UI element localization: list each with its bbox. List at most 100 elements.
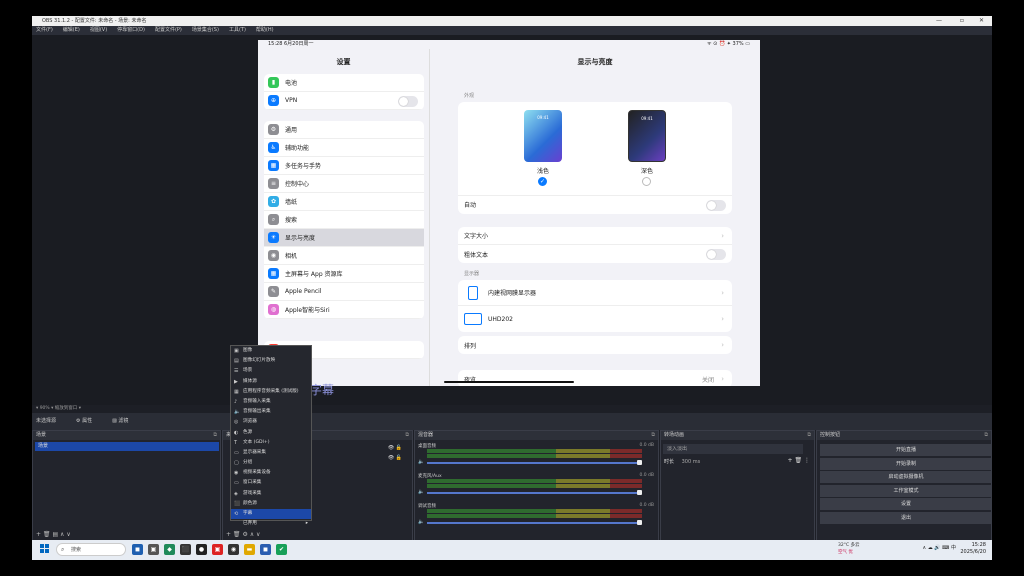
preview-toolstrip[interactable]: ▾ 90% ▾ 缩放到窗口 ▾ [32,405,992,413]
eye-icon[interactable]: 👁 🔓 [388,445,402,451]
transition-select[interactable]: 淡入淡出 [663,444,803,454]
fader-handle[interactable] [637,520,642,525]
night-shift-row[interactable]: 夜览 关闭 › [458,370,732,386]
sidebar-item[interactable]: ≡ 控制中心 [264,175,424,193]
scene-item[interactable]: 场景 [35,442,219,451]
menu-item[interactable]: ▢ 分组 [231,458,311,468]
menu-item[interactable]: ◎ 浏览器 [231,417,311,427]
clock-time: 15:28 [971,542,986,548]
menu-item[interactable]: ▤ 图像幻灯片放映 [231,356,311,366]
taskbar-app-icon[interactable]: ⬛ [180,544,191,555]
menu-item[interactable]: ⟲ 字幕 [231,509,311,520]
sources-dock-footer[interactable]: + 🗑 ⚙ ∧ ∨ [223,530,412,540]
fader-handle[interactable] [637,460,642,465]
sidebar-item[interactable]: ⚙ 通用 [264,121,424,139]
auto-toggle[interactable] [706,200,726,211]
level-meter [427,479,642,483]
light-mode-radio[interactable]: ✓ [538,177,547,186]
vpn-toggle[interactable] [398,96,418,107]
display-builtin-row[interactable]: 内建视网膜显示器 › [458,280,732,306]
menu-item[interactable]: ▦ 应用程序音频采集 (测试版) [231,387,311,397]
arrange-row[interactable]: 排列 › [458,336,732,354]
menu-item[interactable]: ▭ 显示器采集 [231,448,311,458]
control-button[interactable]: 开始录制 [820,457,992,470]
sidebar-item[interactable]: ⌕ 搜索 [264,211,424,229]
taskbar-app-icon[interactable]: ▬ [244,544,255,555]
speaker-icon[interactable]: 🔈 [418,519,424,525]
menu-item[interactable]: ⬛ 颜色源 [231,499,311,509]
display-uhd-row[interactable]: UHD202 › [458,306,732,332]
menu-item[interactable]: 🔈 音频输出采集 [231,407,311,417]
menu-item[interactable]: ▣ 图像 [231,346,311,356]
dark-mode-preview[interactable]: 09:41 [628,110,666,162]
control-button[interactable]: 工作室模式 [820,484,992,497]
control-button[interactable]: 设置 [820,498,992,510]
sidebar-item[interactable]: ✿ 墙纸 [264,193,424,211]
eye-icon[interactable]: 👁 🔓 [388,455,402,461]
sidebar-item[interactable]: ▦ 主屏幕与 App 资源库 [264,265,424,283]
taskbar-app-icon[interactable]: ▣ [212,544,223,555]
menu-item[interactable]: ◈ 游戏采集 [231,489,311,499]
menu-item[interactable]: 编辑(E) [63,27,80,33]
menu-item[interactable]: 文件(F) [36,27,53,33]
source-toolbar-item[interactable]: ⚙ 属性 [76,418,92,424]
duration-input[interactable]: 300 ms [682,459,701,465]
text-card: 文字大小 › 粗体文本 [458,227,732,263]
close-icon[interactable]: ✕ [979,16,984,26]
menu-item[interactable]: ◐ 色源 [231,428,311,438]
control-button[interactable]: 启动虚拟摄像机 [820,471,992,483]
menu-item[interactable]: 已弃用 ▸ [231,519,311,529]
preview-canvas[interactable]: 15:28 6月20日周一 ᯤ ⊙ ⏰ ✦ 37% ▭ 设置 ▮ 电池 ⊕ VPN ⚙ 通… [32,35,992,418]
minimize-icon[interactable]: — [936,16,942,26]
menu-item[interactable]: ♪ 音频输入采集 [231,397,311,407]
title-bar: OBS 31.1.2 - 配置文件: 未命名 - 场景: 未命名 — ▫ ✕ [32,16,992,26]
sidebar-item[interactable]: ▮ 电池 [264,74,424,92]
taskbar-app-icon[interactable]: ◉ [228,544,239,555]
sidebar-item[interactable]: ▦ 多任务与手势 [264,157,424,175]
sidebar-item[interactable]: ◉ 相机 [264,247,424,265]
control-button[interactable]: 开始直播 [820,444,992,456]
menu-item[interactable]: ▭ 窗口采集 [231,478,311,488]
text-size-row[interactable]: 文字大小 › [458,227,732,245]
system-tray[interactable]: ∧ ☁ 🔊 ⌨ 中 15:28 2025/6/20 [923,542,986,556]
sidebar-item[interactable]: ☀ 显示与亮度 [264,229,424,247]
weather-widget[interactable]: 32°C 多云 空气 优 [838,542,860,556]
volume-fader[interactable] [427,462,642,464]
taskbar-app-icon[interactable]: ◼ [132,544,143,555]
maximize-icon[interactable]: ▫ [960,16,964,26]
menu-item[interactable]: ▶ 媒体源 [231,377,311,387]
taskbar-search[interactable]: ⌕ 搜索 [56,543,126,556]
appearance-card: 09:41 09:41 浅色 深色 ✓ 自动 [458,102,732,214]
sidebar-item[interactable]: ⊕ VPN [264,92,424,110]
sidebar-item[interactable]: ✎ Apple Pencil [264,283,424,301]
taskbar-app-icon[interactable]: ◆ [164,544,175,555]
menu-item[interactable]: ◉ 视频采集设备 [231,468,311,478]
start-icon[interactable] [40,544,50,554]
volume-fader[interactable] [427,522,642,524]
menu-item[interactable]: 场景集合(S) [192,27,219,33]
speaker-icon[interactable]: 🔈 [418,459,424,465]
menu-item[interactable]: 工具(T) [229,27,246,33]
menu-item[interactable]: 帮助(H) [256,27,274,33]
sidebar-item[interactable]: ♿ 辅助功能 [264,139,424,157]
menu-bar: 文件(F) 编辑(E) 视图(V) 停靠窗口(D) 配置文件(P) 场景集合(S) 工具(T… [32,26,992,35]
light-mode-preview[interactable]: 09:41 [524,110,562,162]
menu-item[interactable]: 停靠窗口(D) [117,27,145,33]
taskbar-app-icon[interactable]: ▣ [148,544,159,555]
source-toolbar-item[interactable]: ▨ 滤镜 [112,418,128,424]
dark-mode-radio[interactable] [642,177,651,186]
speaker-icon[interactable]: 🔈 [418,489,424,495]
volume-fader[interactable] [427,492,642,494]
control-button[interactable]: 退出 [820,511,992,524]
menu-item[interactable]: ☰ 场景 [231,366,311,376]
sidebar-item[interactable]: ◍ Apple智能与Siri [264,301,424,319]
bold-text-toggle[interactable] [706,249,726,260]
fader-handle[interactable] [637,490,642,495]
taskbar-app-icon[interactable]: ● [196,544,207,555]
taskbar-app-icon[interactable]: ✔ [276,544,287,555]
menu-item[interactable]: T 文本 (GDI+) [231,438,311,448]
menu-item[interactable]: 配置文件(P) [155,27,182,33]
menu-item[interactable]: 视图(V) [90,27,107,33]
scenes-dock-footer[interactable]: + 🗑 ▤ ∧ ∨ [33,530,220,540]
taskbar-app-icon[interactable]: ◼ [260,544,271,555]
